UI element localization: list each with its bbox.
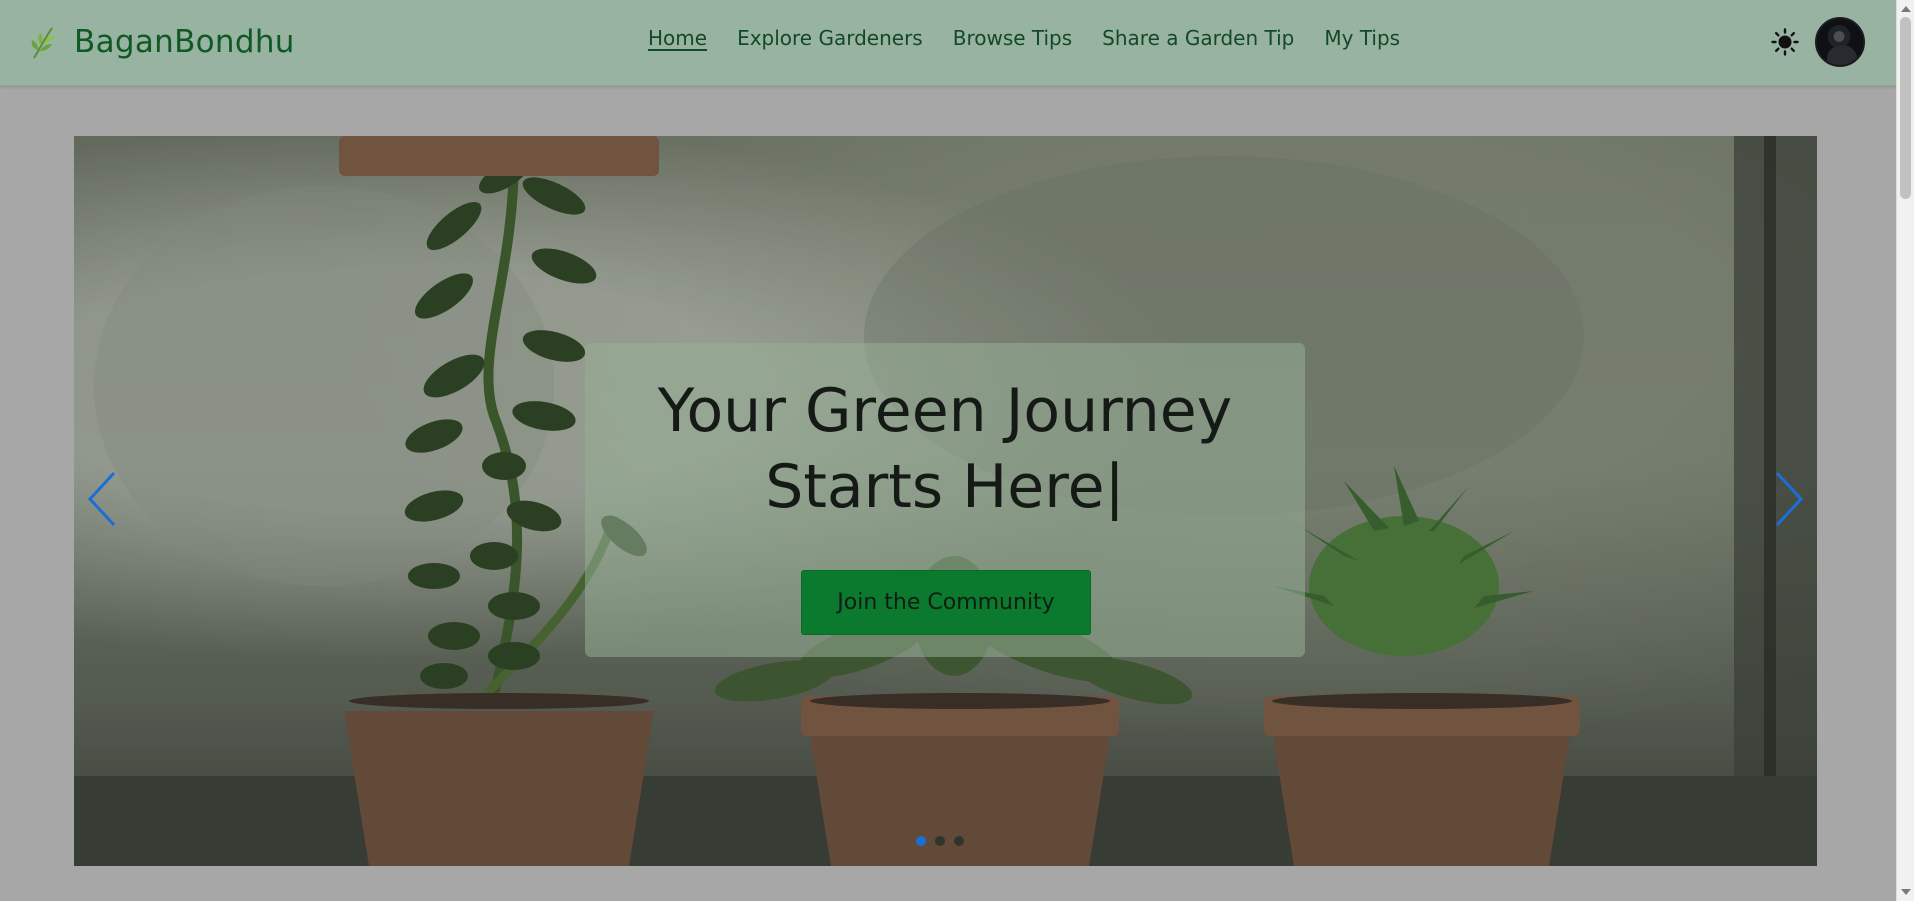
leaf-icon (31, 27, 55, 59)
brand-name: BaganBondhu (74, 24, 295, 60)
join-community-button[interactable]: Join the Community (801, 570, 1091, 635)
nav-link-home[interactable]: Home (648, 26, 707, 50)
carousel-dot-2[interactable] (935, 836, 945, 846)
nav-link-explore-gardeners[interactable]: Explore Gardeners (737, 26, 923, 50)
user-avatar[interactable] (1815, 17, 1865, 67)
navbar: BaganBondhu Home Explore Gardeners Brows… (0, 0, 1896, 86)
hero-headline-line1: Your Green Journey (657, 376, 1233, 446)
chevron-right-icon[interactable] (1767, 469, 1807, 529)
hero-carousel: Your Green Journey Starts Here| Join the… (74, 136, 1817, 866)
hero-headline: Your Green Journey Starts Here| (585, 373, 1305, 525)
hero-overlay-card: Your Green Journey Starts Here| Join the… (585, 343, 1305, 657)
main-nav: Home Explore Gardeners Browse Tips Share… (648, 26, 1400, 50)
page: BaganBondhu Home Explore Gardeners Brows… (0, 0, 1914, 901)
page-scrollbar[interactable] (1896, 0, 1914, 901)
hero-headline-line2: Starts Here| (765, 452, 1125, 522)
carousel-dot-3[interactable] (954, 836, 964, 846)
scroll-down-arrow-icon[interactable] (1901, 889, 1911, 895)
carousel-pagination (916, 836, 964, 846)
sun-icon[interactable] (1771, 28, 1799, 56)
brand[interactable]: BaganBondhu (28, 20, 295, 64)
nav-link-browse-tips[interactable]: Browse Tips (953, 26, 1072, 50)
carousel-dot-1[interactable] (916, 836, 926, 846)
scroll-up-arrow-icon[interactable] (1901, 6, 1911, 12)
scrollbar-thumb[interactable] (1900, 17, 1911, 199)
nav-link-share-garden-tip[interactable]: Share a Garden Tip (1102, 26, 1294, 50)
chevron-left-icon[interactable] (84, 469, 124, 529)
nav-link-my-tips[interactable]: My Tips (1324, 26, 1400, 50)
